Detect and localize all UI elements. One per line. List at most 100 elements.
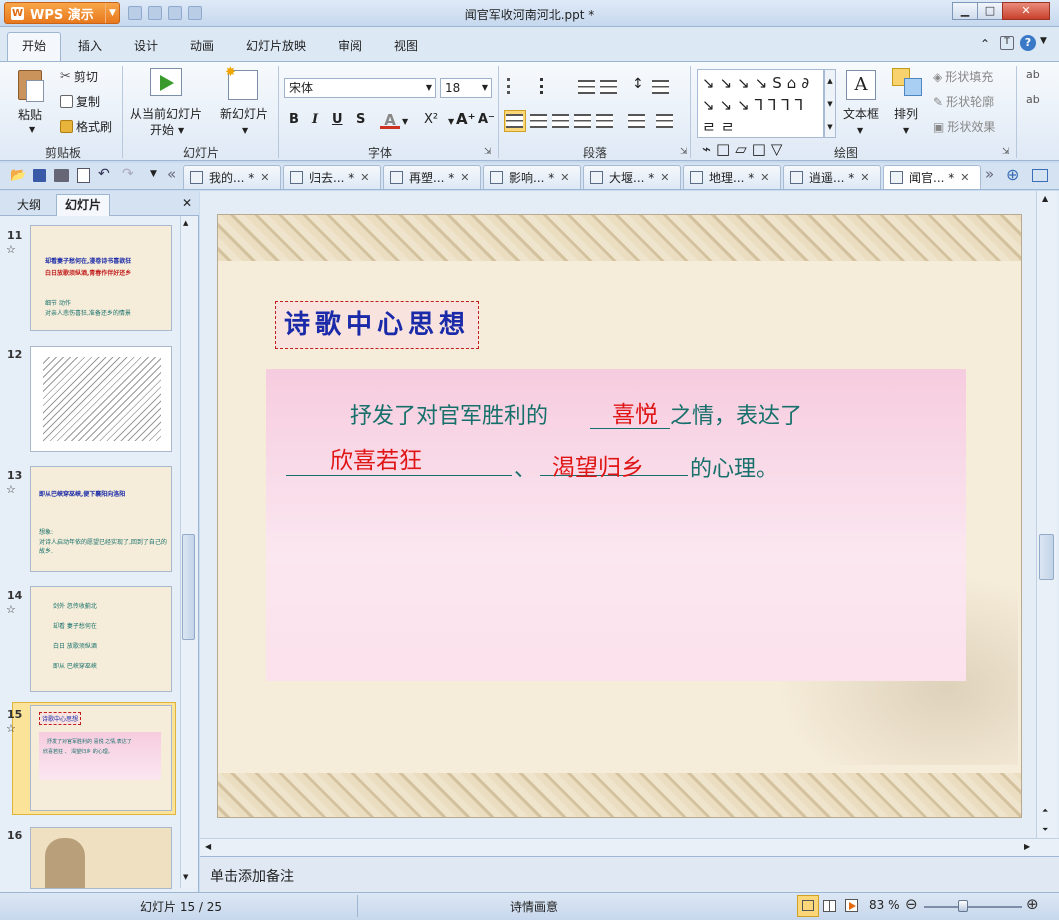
print-icon[interactable]	[54, 169, 69, 182]
align-right-icon[interactable]	[552, 114, 569, 128]
textbox-icon[interactable]: A	[846, 70, 876, 100]
slideshow-start-label[interactable]: 开始	[150, 122, 174, 138]
justify-icon[interactable]	[574, 114, 591, 128]
zoom-slider-thumb[interactable]	[958, 900, 968, 912]
arrange-label[interactable]: 排列	[894, 106, 918, 122]
chevron-double-down-icon[interactable]: ⏷	[1042, 825, 1048, 835]
close-icon[interactable]: ✕	[182, 196, 192, 210]
slide-title[interactable]: 诗歌中心思想	[275, 301, 480, 349]
slide-canvas[interactable]: 诗歌中心思想 抒发了对官军胜利的 喜悦 之情，表达了 欣喜若狂 、 渴望归乡 的…	[217, 214, 1022, 818]
underline-button[interactable]: U	[332, 112, 343, 127]
thumb-scrollbar[interactable]: ▲ ▼	[180, 216, 197, 888]
textbox-label[interactable]: 文本框	[843, 106, 879, 122]
slide-horizontal-scrollbar[interactable]: ◀ ▶	[200, 838, 1059, 856]
shrink-font-icon[interactable]: A⁻	[478, 112, 495, 127]
styles-icon[interactable]: ab	[1026, 68, 1040, 81]
slide-thumbnail-selected[interactable]: 诗歌中心思想 抒发了对官军胜利的 喜悦 之情,表达了 欣喜若狂 、 渴望归乡 的…	[30, 705, 172, 811]
line-direction-icon[interactable]: ↕	[632, 76, 644, 92]
minimize-button[interactable]: ▁	[952, 2, 978, 20]
window-layout-icon[interactable]	[1032, 169, 1048, 182]
doc-tab-4[interactable]: 影响... * ✕	[483, 165, 581, 189]
dialog-launcher-icon[interactable]: ⇲	[680, 147, 688, 157]
shadow-button[interactable]: S	[356, 112, 365, 127]
menu-slideshow[interactable]: 幻灯片放映	[246, 37, 306, 54]
undo-icon[interactable]: ↶	[98, 166, 110, 182]
zoom-slider[interactable]	[924, 906, 1022, 908]
slide-thumbnail[interactable]	[30, 827, 172, 889]
italic-button[interactable]: I	[312, 112, 318, 127]
superscript-icon[interactable]: X²	[424, 112, 438, 127]
arrow-shapes-row[interactable]: ↘↘↘⅂⅂⅂⅂	[702, 94, 808, 116]
dialog-launcher-icon[interactable]: ⇲	[1002, 147, 1010, 157]
bullet-list-icon[interactable]	[507, 78, 527, 94]
close-icon[interactable]: ✕	[860, 171, 869, 184]
menu-view[interactable]: 视图	[394, 37, 418, 54]
basic-shapes-row[interactable]: ㄹㄹ⌁□▱□▽	[702, 116, 823, 160]
menu-animation[interactable]: 动画	[190, 37, 214, 54]
font-color-icon[interactable]: A	[380, 111, 400, 129]
chevron-down-icon[interactable]: ▼	[402, 117, 408, 126]
paste-label[interactable]: 粘贴	[18, 107, 42, 123]
new-slide-icon[interactable]: ✸	[225, 65, 258, 100]
scrollbar-thumb[interactable]	[182, 534, 195, 640]
format-painter-button[interactable]: 格式刷	[60, 118, 112, 135]
chevron-down-icon[interactable]: ▼	[183, 873, 188, 881]
open-folder-icon[interactable]: 📂	[10, 168, 26, 183]
close-icon[interactable]: ✕	[560, 171, 569, 184]
menu-design[interactable]: 设计	[134, 37, 158, 54]
close-icon[interactable]: ✕	[260, 171, 269, 184]
redo-icon[interactable]: ↷	[122, 166, 134, 182]
slide-thumbnail[interactable]: 却看妻子愁何在,漫卷诗书喜欲狂 白日放歌须纵酒,青春作伴好还乡 细节 动作 对亲…	[30, 225, 172, 331]
bold-button[interactable]: B	[289, 112, 299, 127]
chevron-up-icon[interactable]: ⌃	[980, 37, 990, 51]
gallery-scroll[interactable]: ▲ ▼ ▼	[824, 69, 836, 138]
shirt-skin-icon[interactable]: T	[1000, 36, 1014, 50]
zoom-level[interactable]: 83 %	[869, 898, 900, 912]
dialog-launcher-icon[interactable]: ⇲	[484, 147, 492, 157]
line-shapes-row[interactable]: ↘↘↘↘S⌂∂	[702, 72, 814, 94]
chevron-down-icon[interactable]: ▼	[29, 125, 35, 134]
close-icon[interactable]: ✕	[760, 171, 769, 184]
slideshow-view-button[interactable]	[845, 899, 858, 912]
chevron-double-up-icon[interactable]: ⏶	[1042, 806, 1048, 816]
slide-thumbnail[interactable]: 剑外 忽传收蓟北 却看 妻子愁何在 白日 放歌须纵酒 即从 巴峡穿巫峡	[30, 586, 172, 692]
shape-effect-button[interactable]: ▣ 形状效果	[933, 118, 995, 135]
distribute-icon[interactable]	[596, 114, 613, 128]
slide-thumbnail[interactable]: 即从巴峡穿巫峡,便下襄阳向洛阳 想象: 对诗人启动年依的愿望已经实现了,回到了自…	[30, 466, 172, 572]
paste-button[interactable]	[14, 68, 48, 106]
close-button[interactable]: ✕	[1002, 2, 1050, 20]
zoom-in-icon[interactable]: ⊕	[1026, 895, 1039, 913]
increase-indent-icon[interactable]	[600, 80, 617, 94]
slideshow-from-current-label[interactable]: 从当前幻灯片	[130, 106, 202, 122]
doc-tab-2[interactable]: 归去... * ✕	[283, 165, 381, 189]
scrollbar-thumb[interactable]	[1039, 534, 1054, 580]
tab-outline[interactable]: 大纲	[8, 194, 50, 216]
new-tab-icon[interactable]: ⊕	[1006, 165, 1019, 184]
chevron-left-icon[interactable]: ◀	[205, 842, 211, 851]
copy-button[interactable]: 复制	[60, 93, 100, 110]
chevron-up-icon[interactable]: ▲	[1042, 194, 1048, 203]
tab-slides[interactable]: 幻灯片	[56, 194, 111, 216]
close-icon[interactable]: ✕	[460, 171, 469, 184]
chevron-down-icon[interactable]: ▼	[857, 126, 863, 135]
chevron-down-icon[interactable]: ▼	[1040, 36, 1047, 46]
chevron-right-icon[interactable]: »	[985, 165, 994, 183]
chevron-down-icon[interactable]: ▼	[178, 126, 184, 135]
print-preview-icon[interactable]	[77, 168, 90, 183]
chevron-down-icon[interactable]: ▼	[448, 117, 454, 126]
slide-thumbnail[interactable]	[30, 346, 172, 452]
text-direction-icon[interactable]	[652, 80, 669, 94]
doc-tab-3[interactable]: 再塑... * ✕	[383, 165, 481, 189]
align-center-icon[interactable]	[530, 114, 547, 128]
doc-tab-7[interactable]: 逍遥... * ✕	[783, 165, 881, 189]
font-name-select[interactable]: 宋体 ▼	[284, 78, 436, 98]
shape-fill-button[interactable]: ◈ 形状填充	[933, 68, 993, 85]
doc-tab-1[interactable]: 我的... * ✕	[183, 165, 281, 189]
help-icon[interactable]: ?	[1020, 35, 1036, 51]
zoom-out-icon[interactable]: ⊖	[905, 895, 918, 913]
chevron-up-icon[interactable]: ▲	[183, 219, 188, 227]
chevron-down-icon[interactable]: ▼	[242, 126, 248, 135]
close-icon[interactable]: ✕	[960, 171, 969, 184]
notes-pane[interactable]: 单击添加备注	[200, 856, 1059, 892]
doc-tab-active[interactable]: 闻官... * ✕	[883, 165, 981, 189]
